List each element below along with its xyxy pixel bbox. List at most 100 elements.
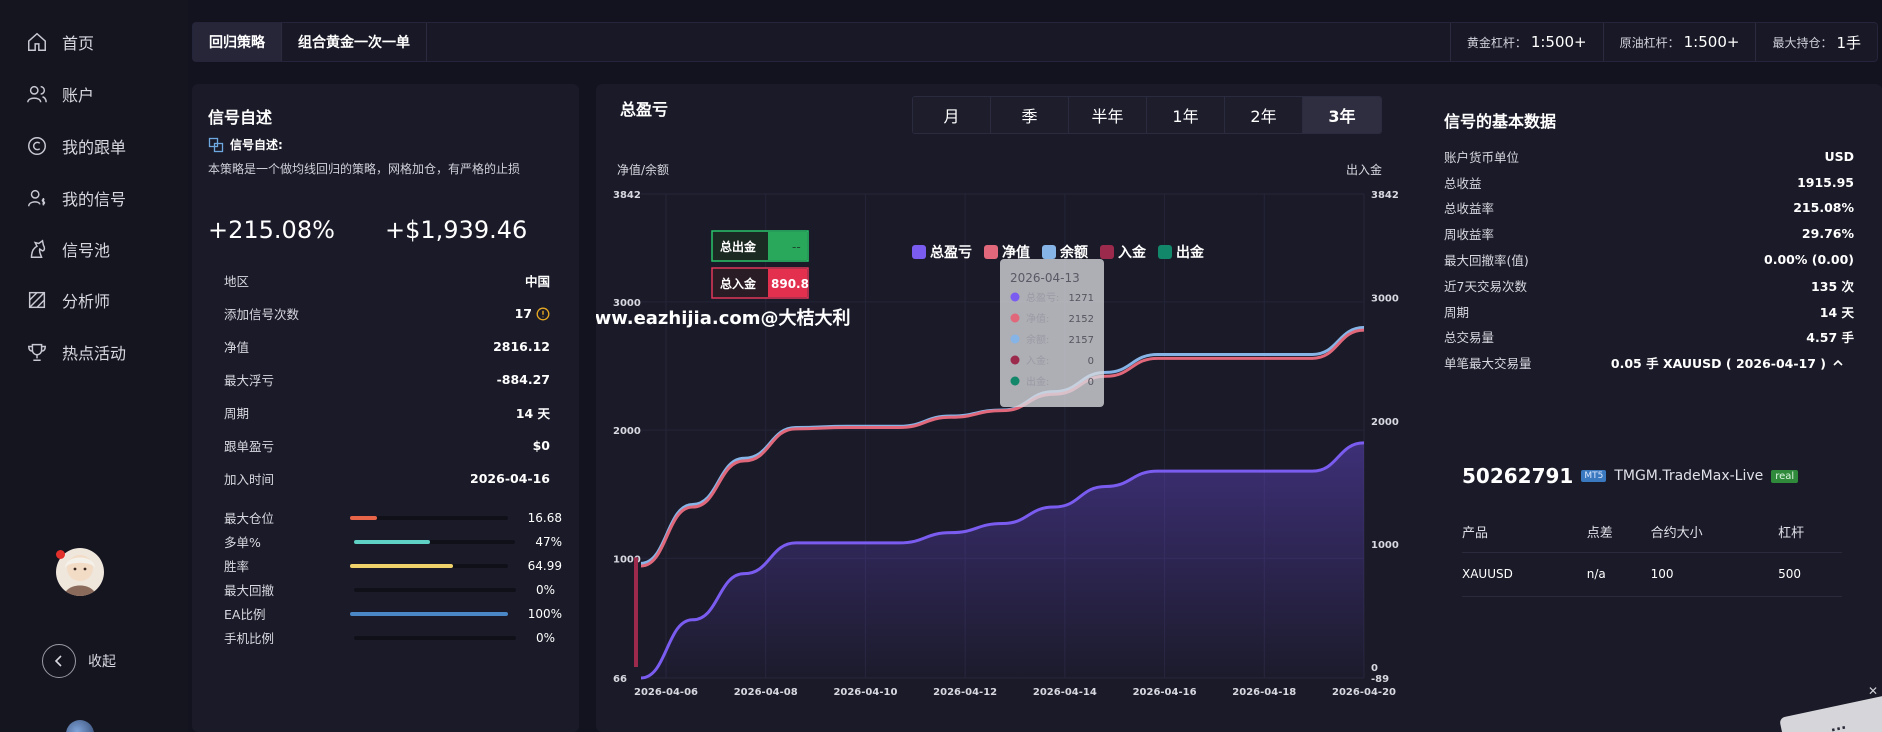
table-cell: n/a	[1586, 552, 1651, 597]
home-icon	[28, 32, 46, 51]
tooltip-dot	[1010, 334, 1020, 344]
data-value: 0.05 手 XAUUSD ( 2026-04-17 )	[1610, 356, 1826, 372]
tab-gold-combo[interactable]: 组合黄金一次一单	[282, 23, 427, 61]
legend-label: 出金	[1176, 244, 1205, 261]
total-deposit-label: 总入金	[720, 276, 757, 291]
metric-bar-row: EA比例 100%	[224, 604, 562, 623]
x-tick: 2026-04-14	[1033, 687, 1097, 698]
metric-fill	[350, 563, 453, 568]
leverage-info: 黄金杠杆： 1:500+ 原油杠杆： 1:500+ 最大持仓： 1手	[1449, 23, 1877, 61]
user-dollar-icon	[28, 189, 46, 207]
data-value: 215.08%	[1793, 200, 1854, 216]
sidebar-item-my-copy[interactable]: 我的跟单	[26, 131, 126, 161]
data-label: 周收益率	[1444, 227, 1495, 243]
metric-track	[353, 539, 516, 544]
sidebar-item-my-signal[interactable]: 我的信号	[26, 183, 126, 213]
close-icon[interactable]: ✕	[1868, 684, 1878, 698]
top-bar: 回归策略 组合黄金一次一单 黄金杠杆： 1:500+ 原油杠杆： 1:500+ 最大…	[192, 22, 1878, 62]
table-cell: XAUUSD	[1462, 552, 1587, 597]
sidebar-item-hot-events[interactable]: 热点活动	[26, 337, 126, 367]
data-label: 账户货币单位	[1444, 149, 1520, 165]
metric-value: 64.99	[527, 558, 562, 573]
sidebar-item-signal-pool[interactable]: 信号池	[26, 234, 110, 264]
tooltip-key: 净值:	[1026, 312, 1049, 325]
sidebar-item-home[interactable]: 首页	[26, 27, 94, 57]
tooltip-value: 0	[1088, 356, 1094, 367]
tooltip-value: 2152	[1069, 314, 1094, 325]
tab-regression-strategy[interactable]: 回归策略	[193, 23, 282, 61]
basic-data-row: 总收益率 215.08%	[1444, 198, 1854, 217]
tooltip-dot	[1010, 313, 1020, 323]
stat-row: 添加信号次数 17	[224, 304, 550, 323]
collapse-label: 收起	[88, 654, 116, 670]
table-row: XAUUSD n/a 100 500	[1462, 552, 1842, 597]
data-value: 4.57 手	[1806, 330, 1854, 346]
account-type-badge: real	[1771, 469, 1799, 483]
column-header: 合约大小	[1650, 512, 1779, 553]
pnl-chart[interactable]: 净值/余额 出入金38423000200010006638423000200010…	[596, 84, 1444, 732]
data-label: 总收益率	[1444, 201, 1495, 217]
table-cell: 500	[1778, 552, 1842, 597]
oil-leverage: 原油杠杆： 1:500+	[1602, 23, 1756, 61]
total-withdraw-badge-fill	[768, 232, 807, 260]
metric-track	[354, 587, 516, 592]
legend-swatch	[984, 245, 998, 259]
tooltip-dot	[1010, 292, 1020, 302]
table-cell: 100	[1650, 552, 1779, 597]
metric-value: 47%	[535, 534, 562, 549]
pnl-chart-panel: 总盈亏 月季半年 1年 2年 3年 净值/余额 出入金 3842 3000 2000 1000 6…	[596, 84, 1444, 732]
stat-row: 周期 14 天	[224, 406, 550, 421]
metric-value: 16.68	[527, 510, 562, 525]
account-header: 50262791 MT5 TMGM.TradeMax-Live real	[1462, 464, 1799, 488]
sidebar-item-analyst[interactable]: 分析师	[26, 285, 110, 315]
metric-bar-row: 胜率 64.99	[224, 556, 562, 575]
legend-label: 入金	[1118, 244, 1147, 261]
tooltip-key: 余额:	[1026, 333, 1049, 346]
sidebar-item-label: 信号池	[62, 241, 111, 260]
copy-icon	[208, 137, 224, 152]
legend-label: 余额	[1059, 244, 1088, 261]
sidebar-item-label: 分析师	[62, 292, 111, 311]
platform-badge: MT5	[1581, 470, 1607, 482]
sidebar-item-label: 热点活动	[62, 344, 127, 363]
sidebar: 首页 账户 我的跟单 我的信号 信号池 分析师 热点活动 收起	[0, 0, 188, 732]
x-tick: 2026-04-06	[634, 687, 698, 698]
tooltip-key: 出金:	[1026, 375, 1049, 388]
metric-track	[350, 563, 508, 568]
legend-swatch	[1100, 245, 1114, 259]
x-tick: 2026-04-20	[1332, 687, 1396, 698]
metric-track	[350, 611, 508, 616]
y-tick-right: -89	[1371, 674, 1389, 685]
column-header: 点差	[1586, 512, 1651, 553]
data-value: 0.00% (0.00)	[1764, 252, 1854, 267]
legend-label: 净值	[1002, 244, 1030, 261]
users-icon	[27, 85, 47, 103]
metric-label: 胜率	[224, 559, 250, 574]
metric-label: 最大仓位	[224, 511, 275, 526]
metric-fill	[353, 539, 430, 544]
panel-title: 信号自述	[208, 108, 273, 127]
avatar[interactable]	[56, 548, 104, 596]
data-value: 135 次	[1811, 278, 1854, 294]
legend-label: 总盈亏	[930, 244, 972, 261]
sidebar-item-label: 账户	[62, 86, 95, 105]
total-withdraw-label: 总出金	[720, 239, 757, 254]
total-profit: +$1,939.46	[385, 216, 528, 244]
sidebar-item-label: 我的信号	[62, 190, 127, 209]
metric-value: 0%	[536, 630, 556, 645]
basic-data-row: 近7天交易次数 135 次	[1444, 276, 1854, 295]
metric-track	[354, 635, 516, 640]
y-tick-right: 3842	[1371, 190, 1399, 201]
chevron-left-icon	[42, 644, 76, 678]
user-orb[interactable]	[66, 720, 94, 732]
metric-bar-row: 多单% 47%	[224, 532, 562, 551]
y-axis-label-right: 出入金	[1346, 162, 1382, 177]
account-number: 50262791	[1462, 464, 1574, 488]
data-value: USD	[1824, 148, 1854, 164]
collapse-button[interactable]: 收起	[42, 644, 116, 678]
horse-icon	[30, 239, 46, 258]
data-value: 1915.95	[1797, 174, 1854, 190]
chevron-up-icon[interactable]	[1832, 357, 1844, 369]
x-tick: 2026-04-16	[1133, 687, 1197, 698]
sidebar-item-account[interactable]: 账户	[26, 79, 94, 109]
